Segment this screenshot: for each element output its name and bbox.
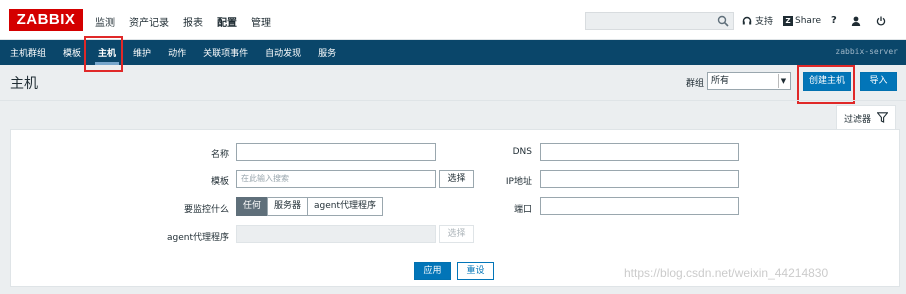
monitored-by-server[interactable]: 服务器 xyxy=(267,197,309,216)
logout-link[interactable] xyxy=(876,16,889,26)
power-icon xyxy=(876,16,886,26)
filter-panel xyxy=(10,129,900,287)
template-label: 模板 xyxy=(210,177,229,187)
filter-tab-label: 过滤器 xyxy=(844,115,872,125)
share-link[interactable]: Z Share xyxy=(783,15,821,26)
help-icon: ? xyxy=(831,15,837,26)
help-link[interactable]: ? xyxy=(831,15,837,26)
menu-configuration[interactable]: 配置 xyxy=(217,14,237,29)
port-field[interactable] xyxy=(540,197,739,215)
watermark: https://blog.csdn.net/weixin_44214830 xyxy=(624,266,829,280)
reset-button[interactable]: 重设 xyxy=(457,262,494,280)
main-menu: 监测 资产记录 报表 配置 管理 xyxy=(95,14,285,29)
group-select-value: 所有 xyxy=(711,76,730,86)
top-header: ZABBIX 监测 资产记录 报表 配置 管理 支持 Z Share ? xyxy=(0,0,906,40)
search-input[interactable] xyxy=(585,12,734,30)
ip-label: IP地址 xyxy=(505,177,532,187)
menu-monitoring[interactable]: 监测 xyxy=(95,14,115,29)
subnav-maintenance[interactable]: 维护 xyxy=(133,46,151,59)
name-label: 名称 xyxy=(210,150,229,160)
template-search-input[interactable]: 在此输入搜索 xyxy=(236,170,436,188)
headset-icon xyxy=(742,16,752,24)
user-profile-link[interactable] xyxy=(851,16,864,26)
ip-field[interactable] xyxy=(540,170,739,188)
user-icon xyxy=(851,16,861,26)
subnav-event-correlation[interactable]: 关联项事件 xyxy=(203,46,248,59)
port-label: 端口 xyxy=(513,205,532,215)
subnav-host-groups[interactable]: 主机群组 xyxy=(10,46,46,59)
share-label: Share xyxy=(795,15,821,26)
highlight-box-create-host xyxy=(797,65,855,104)
subnav-actions[interactable]: 动作 xyxy=(168,46,186,59)
proxy-label: agent代理程序 xyxy=(167,233,229,243)
menu-reports[interactable]: 报表 xyxy=(183,14,203,29)
name-field[interactable] xyxy=(236,143,436,161)
share-icon: Z xyxy=(783,15,794,26)
header-divider xyxy=(0,100,906,101)
subnav-templates[interactable]: 模板 xyxy=(63,46,81,59)
group-label: 群组 xyxy=(686,79,705,89)
sub-navigation: 主机群组 模板 主机 维护 动作 关联项事件 自动发现 服务 zabbix-se… xyxy=(0,40,906,65)
monitored-by-proxy[interactable]: agent代理程序 xyxy=(307,197,384,216)
chevron-down-icon: ▼ xyxy=(778,74,788,88)
proxy-select-button: 选择 xyxy=(439,225,474,243)
page-title: 主机 xyxy=(10,76,38,92)
dns-label: DNS xyxy=(512,147,532,157)
zabbix-logo[interactable]: ZABBIX xyxy=(9,9,83,31)
filter-tab[interactable]: 过滤器 xyxy=(836,105,896,129)
subnav-discovery[interactable]: 自动发现 xyxy=(265,46,301,59)
server-name: zabbix-server xyxy=(835,47,898,56)
subnav-services[interactable]: 服务 xyxy=(318,46,336,59)
search-icon[interactable] xyxy=(717,15,729,27)
support-link[interactable]: 支持 xyxy=(742,14,773,27)
support-label: 支持 xyxy=(755,17,774,27)
template-select-button[interactable]: 选择 xyxy=(439,170,474,188)
funnel-icon xyxy=(877,112,888,123)
apply-button[interactable]: 应用 xyxy=(414,262,451,280)
monitored-by-any[interactable]: 任何 xyxy=(236,197,269,216)
proxy-field xyxy=(236,225,436,243)
menu-inventory[interactable]: 资产记录 xyxy=(129,14,169,29)
import-button[interactable]: 导入 xyxy=(860,72,897,91)
group-select[interactable]: 所有 ▼ xyxy=(707,72,791,90)
highlight-box-hosts-tab xyxy=(84,36,123,72)
menu-administration[interactable]: 管理 xyxy=(251,14,271,29)
top-tools: 支持 Z Share ? xyxy=(742,14,899,27)
monitored-by-label: 要监控什么 xyxy=(183,205,229,215)
monitored-by-radio-group: 任何 服务器 agent代理程序 xyxy=(236,197,384,216)
dns-field[interactable] xyxy=(540,143,739,161)
